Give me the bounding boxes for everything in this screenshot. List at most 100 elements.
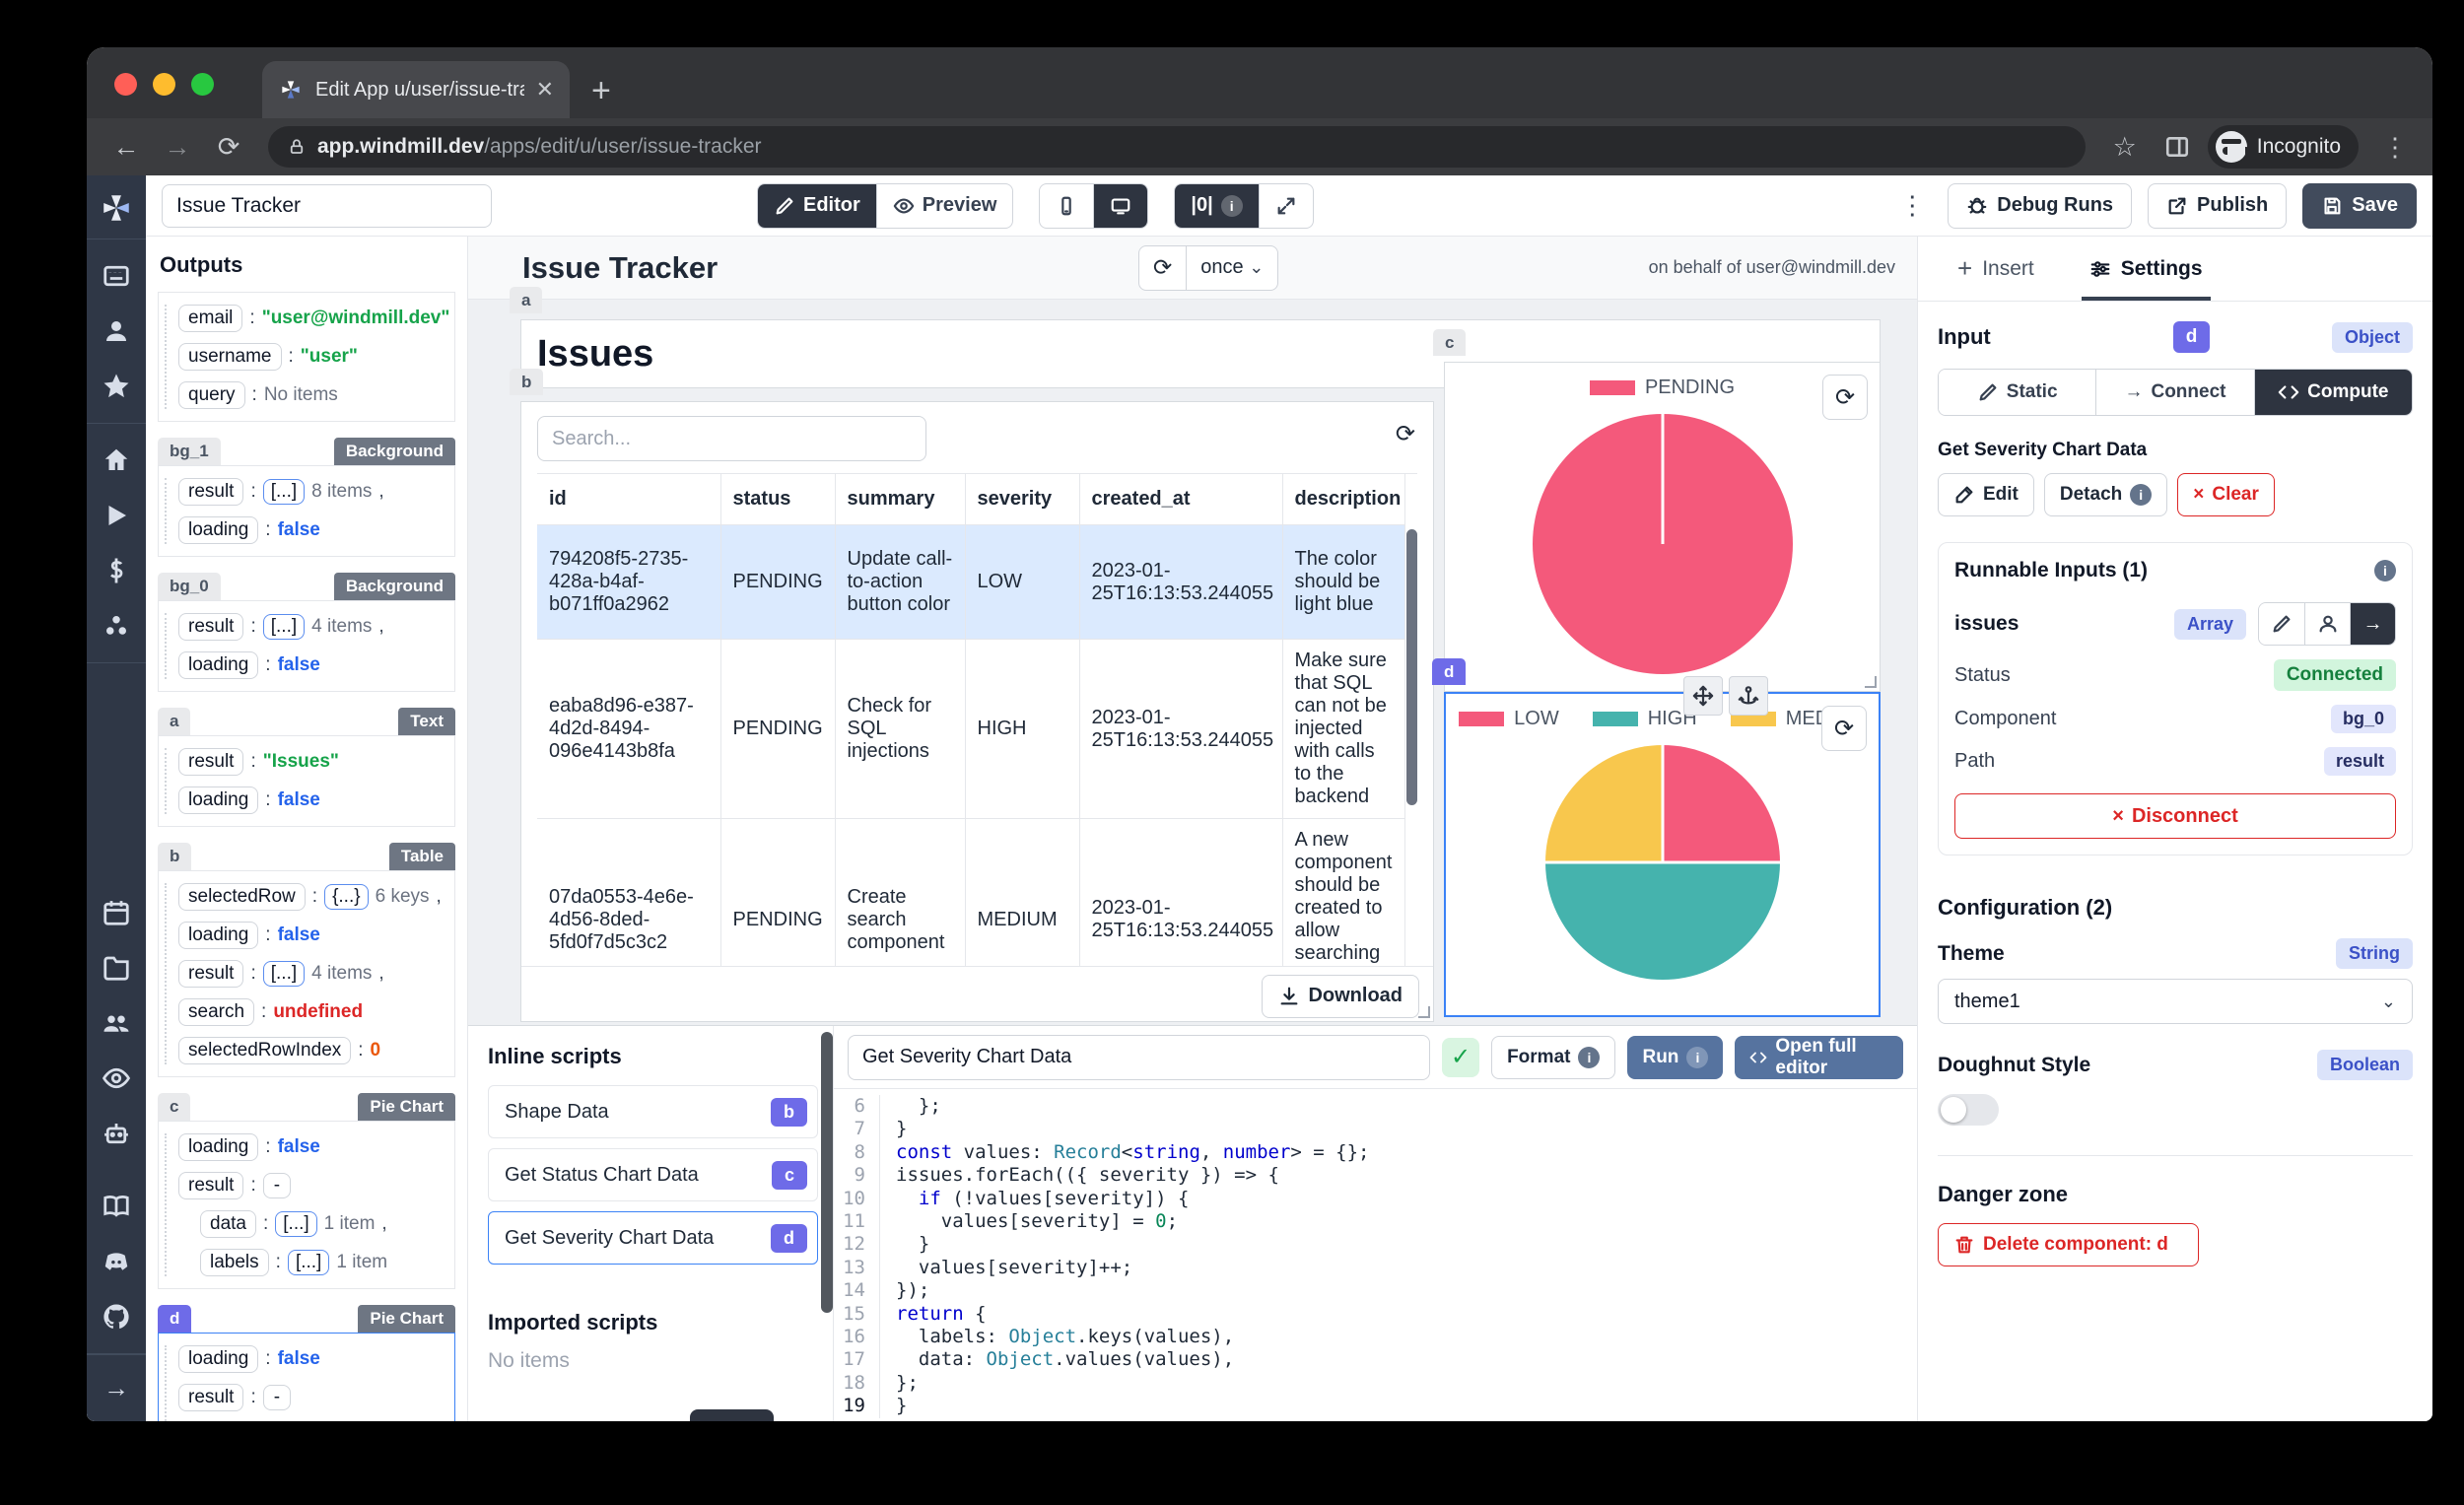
output-row[interactable]: result: [...] 4 items, (178, 613, 445, 641)
docs-book-icon[interactable] (102, 1192, 131, 1221)
code-area[interactable]: 6 }; 7} 8 const values: Record<string, numb… (834, 1089, 1917, 1421)
output-row[interactable]: selectedRow: {...} 6 keys, (178, 883, 445, 911)
schedule-dropdown[interactable]: once ⌄ (1187, 246, 1277, 290)
output-row[interactable]: result: [...] 8 items, (178, 478, 445, 506)
detach-button[interactable]: Detach i (2043, 473, 2168, 516)
code-line[interactable]: 13 values[severity]++; (834, 1256, 1917, 1280)
code-line[interactable]: 8 const values: Record<string, number> = … (834, 1140, 1917, 1165)
home-icon[interactable] (102, 445, 131, 475)
output-row[interactable]: loading: false (178, 1345, 445, 1373)
column-header[interactable]: severity (965, 474, 1080, 525)
move-handle-icon[interactable] (1683, 676, 1723, 716)
discord-icon[interactable] (102, 1247, 131, 1276)
code-line[interactable]: 19} (834, 1395, 1917, 1418)
code-line[interactable]: 18}; (834, 1371, 1917, 1396)
groups-icon[interactable] (102, 1008, 131, 1038)
star-icon[interactable] (102, 372, 131, 401)
tab-settings[interactable]: Settings (2081, 237, 2211, 301)
output-row[interactable]: result: [...] 4 items, (178, 960, 445, 988)
output-row[interactable]: loading: false (178, 1133, 445, 1161)
code-line[interactable]: 11 values[severity] = 0; (834, 1210, 1917, 1234)
maximize-window-button[interactable] (191, 73, 214, 96)
output-row[interactable]: result: - (178, 1384, 445, 1411)
doughnut-toggle[interactable] (1938, 1094, 1999, 1126)
code-line[interactable]: 9 issues.forEach(({ severity }) => { (834, 1164, 1917, 1188)
table-row[interactable]: eaba8d96-e387-4d2d-8494-096e4143b8fa PEND… (537, 639, 1405, 819)
preview-mode-button[interactable]: Preview (875, 183, 1013, 228)
editor-mode-button[interactable]: Editor (758, 183, 876, 228)
browser-menu-icon[interactable]: ⋮ (2376, 132, 2415, 163)
theme-select[interactable]: theme1 ⌄ (1938, 979, 2413, 1024)
run-button[interactable]: Run i (1627, 1035, 1724, 1079)
output-row[interactable]: labels: [...] 1 item (200, 1249, 445, 1276)
url-bar[interactable]: app.windmill.dev/apps/edit/u/user/issue-… (268, 126, 2086, 168)
code-line[interactable]: 12 } (834, 1233, 1917, 1257)
column-header[interactable]: description (1282, 474, 1405, 525)
delete-component-button[interactable]: Delete component: d (1938, 1223, 2199, 1266)
hide-panels-button[interactable]: |0| i (1175, 183, 1259, 228)
mobile-view-button[interactable] (1040, 184, 1093, 228)
apps-icon[interactable] (102, 261, 131, 291)
new-tab-button[interactable]: + (591, 72, 611, 118)
output-row[interactable]: loading: false (178, 787, 445, 814)
desktop-view-button[interactable] (1093, 183, 1148, 228)
output-row[interactable]: data: [...] 1 item, (200, 1210, 445, 1238)
output-row[interactable]: loading: false (178, 516, 445, 544)
anchor-icon[interactable] (1729, 676, 1768, 716)
connect-arrow-icon[interactable]: → (2350, 603, 2395, 645)
minimize-window-button[interactable] (153, 73, 175, 96)
code-line[interactable]: 6 }; (834, 1095, 1917, 1119)
robot-icon[interactable] (102, 1119, 131, 1148)
output-component-id[interactable]: a (158, 708, 191, 735)
inline-script-item[interactable]: Get Severity Chart Data d (488, 1211, 818, 1265)
output-component-id[interactable]: b (158, 843, 192, 870)
scripts-scrollbar[interactable] (821, 1032, 833, 1313)
chart-d-refresh-icon[interactable]: ⟳ (1821, 706, 1867, 751)
refresh-icon[interactable]: ⟳ (1139, 245, 1188, 290)
legend-label[interactable]: PENDING (1645, 376, 1735, 398)
component-d-piechart[interactable]: d LOWHIGHMEDIUM ⟳ (1432, 658, 1881, 1017)
table-scrollbar[interactable] (1406, 529, 1417, 805)
output-row[interactable]: query: No items (178, 381, 445, 409)
folders-icon[interactable] (102, 953, 131, 983)
user-input-icon[interactable] (2304, 603, 2350, 645)
download-button[interactable]: Download (1262, 974, 1419, 1018)
output-row[interactable]: loading: false (178, 922, 445, 949)
output-row[interactable]: selectedRowIndex:0 (178, 1037, 445, 1064)
code-line[interactable]: 10 if (!values[severity]) { (834, 1187, 1917, 1211)
output-row[interactable]: result: - (178, 1172, 445, 1199)
clear-button[interactable]: × Clear (2177, 473, 2275, 516)
connect-tab[interactable]: → Connect (2095, 370, 2254, 415)
open-full-editor-button[interactable]: Open full editor (1735, 1035, 1903, 1079)
schedules-icon[interactable] (102, 898, 131, 927)
script-name-input[interactable]: Get Severity Chart Data (848, 1034, 1431, 1080)
forward-icon[interactable]: → (156, 132, 199, 163)
code-line[interactable]: 16 labels: Object.keys(values), (834, 1326, 1917, 1349)
back-icon[interactable]: ← (104, 132, 148, 163)
output-row[interactable]: email: "user@windmill.dev" (178, 305, 449, 332)
output-row[interactable]: loading: false (178, 651, 445, 679)
user-icon[interactable] (102, 316, 131, 346)
static-pencil-icon[interactable] (2259, 603, 2304, 645)
column-header[interactable]: summary (835, 474, 966, 525)
output-component-id[interactable]: bg_1 (158, 438, 221, 465)
disconnect-button[interactable]: × Disconnect (1954, 793, 2396, 839)
variables-icon[interactable] (102, 611, 131, 641)
column-header[interactable]: status (720, 474, 836, 525)
compute-tab[interactable]: Compute (2253, 370, 2412, 415)
eye-icon[interactable] (102, 1063, 131, 1093)
code-line[interactable]: 15 return { (834, 1302, 1917, 1327)
bookmark-star-icon[interactable]: ☆ (2103, 132, 2147, 163)
debug-runs-button[interactable]: Debug Runs (1948, 182, 2133, 229)
windmill-logo[interactable] (87, 175, 146, 239)
table-search-input[interactable]: Search... (537, 416, 926, 461)
format-button[interactable]: Format i (1491, 1035, 1616, 1079)
publish-button[interactable]: Publish (2148, 182, 2288, 229)
component-b-table[interactable]: b Search... ⟳ id status summary severity cre… (510, 369, 1434, 1022)
table-row[interactable]: 794208f5-2735-428a-b4af-b071ff0a2962 PEND… (537, 524, 1405, 640)
table-row[interactable]: 07da0553-4e6e-4d56-8ded-5fd0f7d5c3c2 PEND… (537, 818, 1405, 966)
code-line[interactable]: 17 data: Object.values(values), (834, 1348, 1917, 1372)
fullscreen-button[interactable] (1258, 183, 1313, 228)
save-button[interactable]: Save (2302, 182, 2417, 229)
collapse-sidebar-arrow-icon[interactable]: → (87, 1354, 146, 1421)
